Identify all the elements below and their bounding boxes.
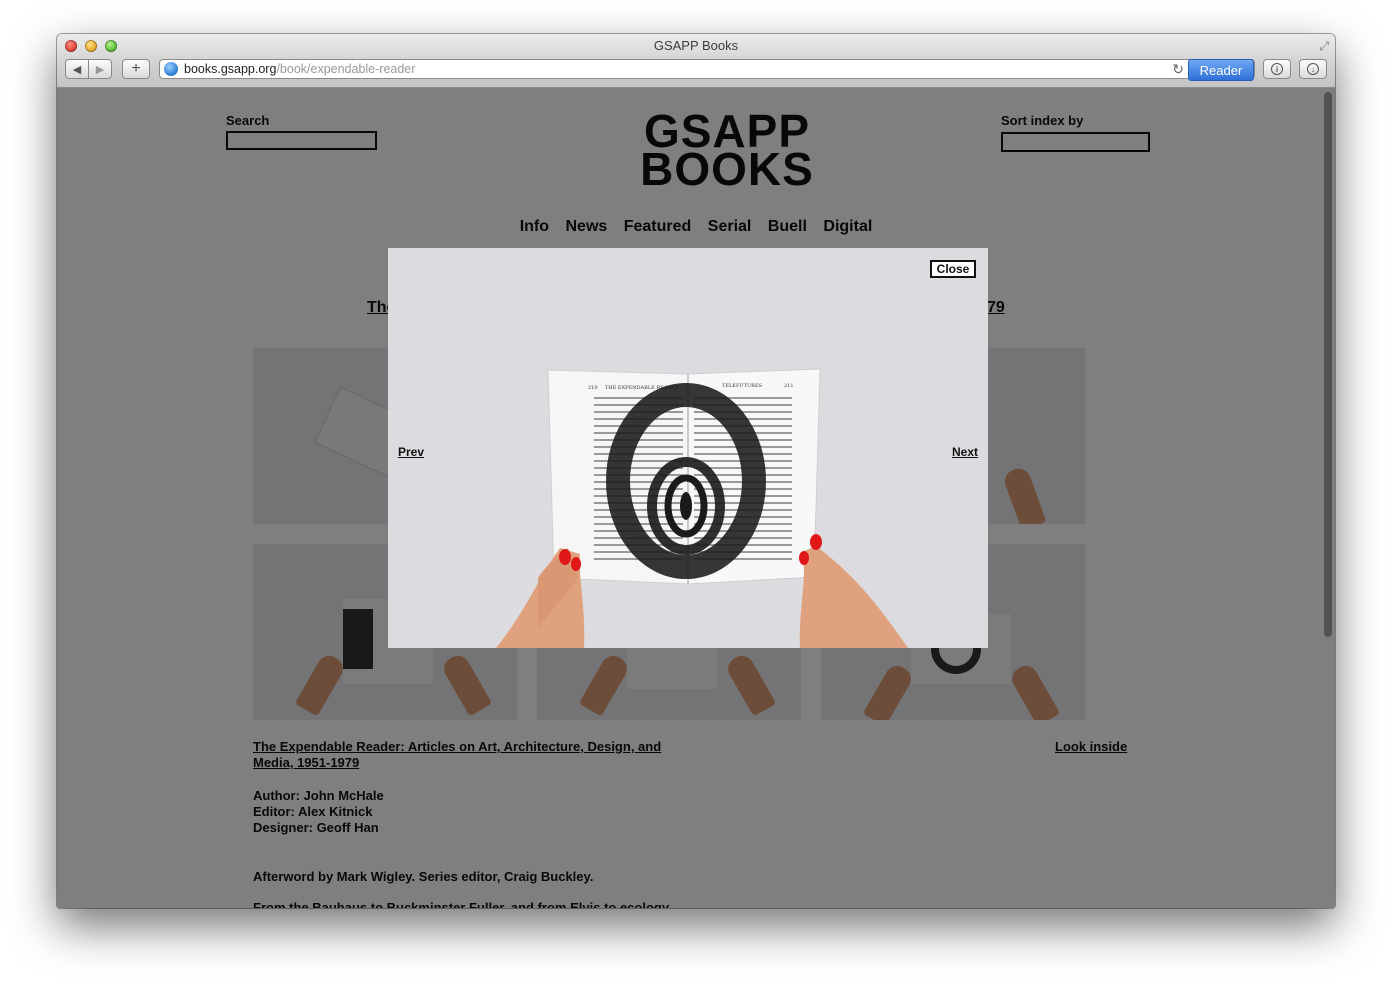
address-bar[interactable]: books.gsapp.org/book/expendable-reader ↻… [159,59,1255,81]
right-page-number: 211 [784,383,794,389]
info-icon: i [1271,63,1283,75]
left-page-number: 210 [588,385,598,391]
reload-icon[interactable]: ↻ [1172,61,1184,78]
add-bookmark-button[interactable]: + [122,59,150,79]
prev-button[interactable]: Prev [398,445,424,459]
browser-window: GSAPP Books ⤢ ◀ ▶ + books.gsapp.org/book… [57,34,1335,908]
url-text[interactable]: books.gsapp.org/book/expendable-reader [184,62,415,76]
download-icon: ↓ [1307,63,1319,75]
globe-icon [164,62,178,76]
next-button[interactable]: Next [952,445,978,459]
back-arrow-icon: ◀ [72,63,82,76]
vertical-scrollbar[interactable] [1324,92,1332,637]
browser-toolbar: GSAPP Books ⤢ ◀ ▶ + books.gsapp.org/book… [57,34,1335,88]
page-info-button[interactable]: i [1263,59,1291,79]
fullscreen-icon[interactable]: ⤢ [1319,39,1329,54]
book-photo: 210 THE EXPENDABLE READER TELEFUTURES 21… [388,248,988,648]
back-button[interactable]: ◀ [65,59,89,79]
plus-icon: + [131,60,141,77]
right-running-head: TELEFUTURES [722,383,763,389]
reader-button[interactable]: Reader [1188,59,1254,81]
window-title: GSAPP Books [653,38,739,53]
web-page: Search Sort index by GSAPP BOOKS Info Ne… [57,88,1335,908]
close-button[interactable]: Close [930,260,976,278]
lightbox: 210 THE EXPENDABLE READER TELEFUTURES 21… [388,248,988,648]
forward-arrow-icon: ▶ [95,63,105,76]
forward-button[interactable]: ▶ [88,59,112,79]
downloads-button[interactable]: ↓ [1299,59,1327,79]
